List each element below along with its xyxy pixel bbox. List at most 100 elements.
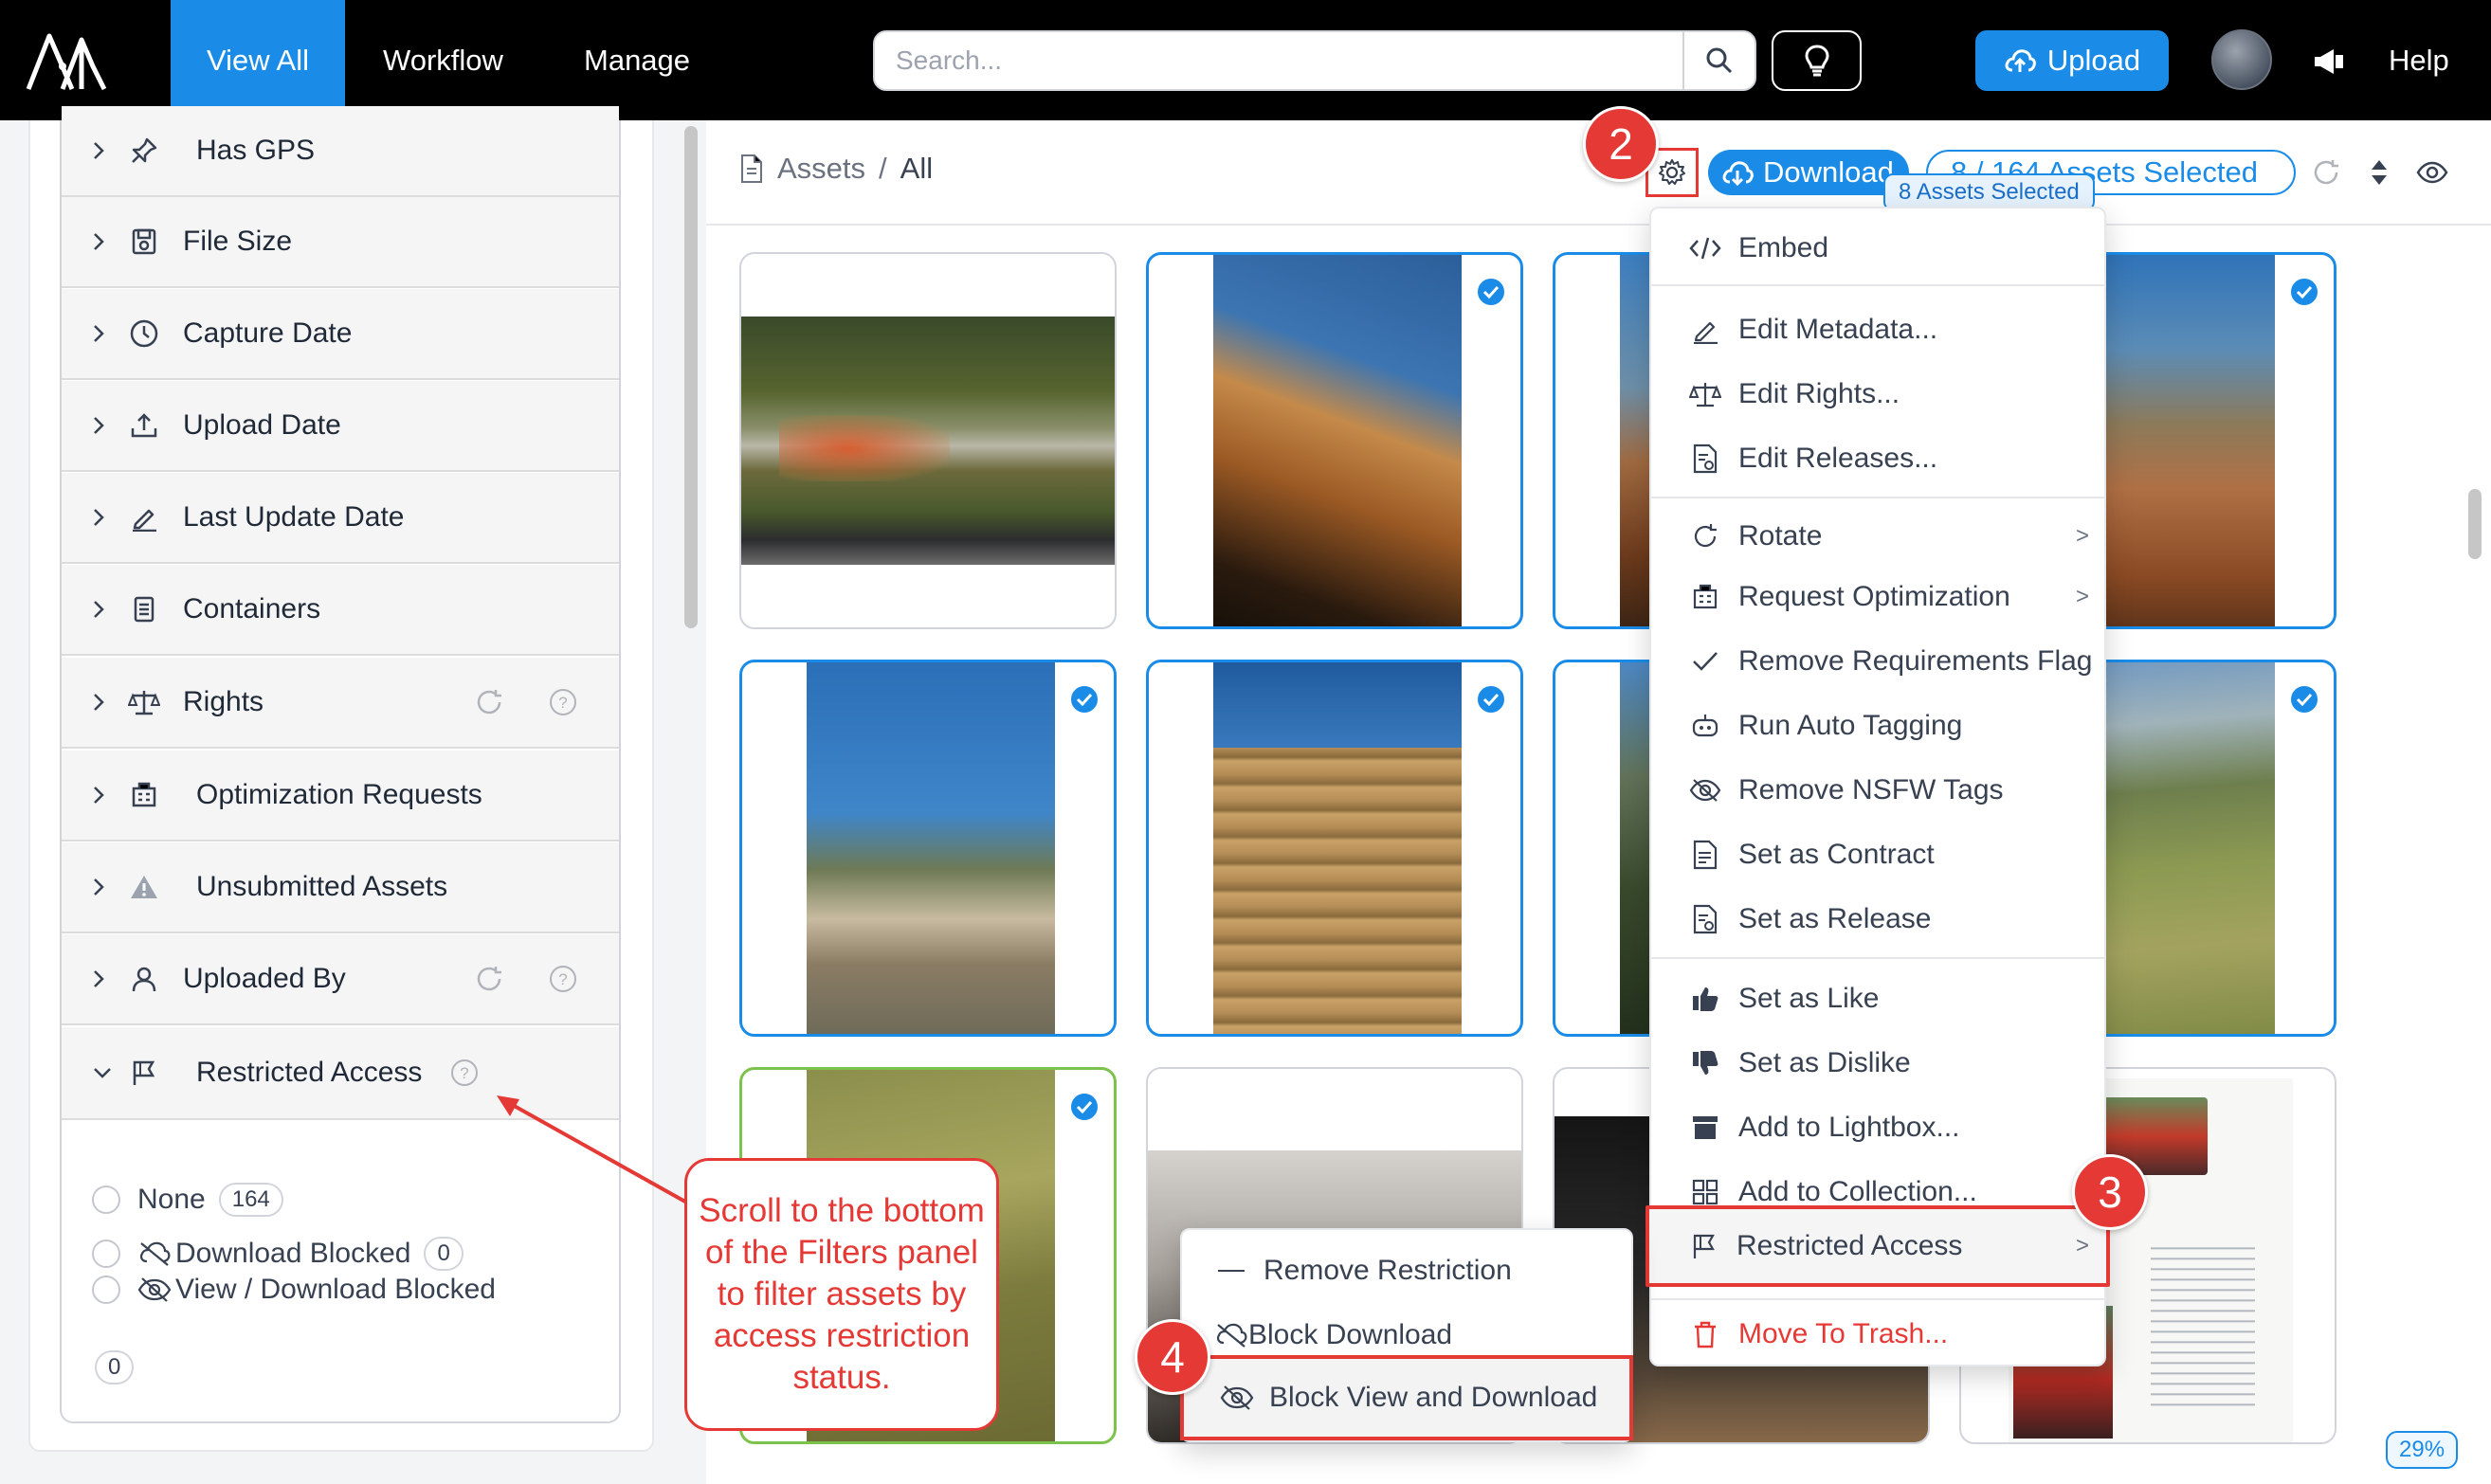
asset-image-hill — [1213, 255, 1462, 626]
asset-tile[interactable] — [739, 252, 1117, 629]
menu-item-remove-nsfw-tags[interactable]: Remove NSFW Tags — [1651, 760, 2106, 821]
pencil-icon — [128, 501, 160, 534]
step-3-badge: 3 — [2072, 1154, 2148, 1230]
menu-item-rotate[interactable]: Rotate > — [1651, 506, 2106, 567]
nav-manage[interactable]: Manage — [548, 0, 726, 120]
asset-tile[interactable] — [739, 660, 1117, 1037]
breadcrumb: Assets / All — [739, 152, 933, 186]
download-button[interactable]: Download — [1708, 150, 1909, 195]
menu-divider — [1651, 1298, 2106, 1300]
search-button[interactable] — [1682, 32, 1755, 89]
option-label: None — [137, 1184, 206, 1215]
menu-item-edit-rights[interactable]: Edit Rights... — [1651, 364, 2106, 425]
help-circle-icon[interactable]: ? — [549, 688, 577, 716]
menu-item-label: Remove Requirements Flag — [1738, 645, 2093, 677]
menu-item-embed[interactable]: Embed — [1651, 218, 2106, 279]
thumbs-up-icon — [1689, 983, 1721, 1015]
actions-menu: Embed Edit Metadata... Edit Rights... Ed… — [1646, 207, 2110, 1366]
filter-uploaded-by[interactable]: Uploaded By ? — [62, 934, 619, 1025]
submenu-item-label: Block Download — [1248, 1319, 1453, 1350]
menu-item-label: Set as Release — [1738, 903, 1932, 934]
nav-view-all[interactable]: View All — [171, 0, 345, 120]
count-badge: 0 — [424, 1237, 464, 1271]
checkmark-icon[interactable] — [1475, 276, 1507, 308]
breadcrumb-assets[interactable]: Assets — [777, 152, 865, 186]
menu-item-set-as-release[interactable]: Set as Release — [1651, 889, 2106, 950]
filter-file-size[interactable]: File Size — [62, 197, 619, 288]
filters-scrollbar[interactable] — [684, 126, 698, 628]
menu-item-label: Set as Dislike — [1738, 1047, 1911, 1078]
eye-slash-icon — [1689, 774, 1721, 806]
main-scrollbar[interactable] — [2468, 489, 2482, 559]
menu-item-remove-requirements-flag[interactable]: Remove Requirements Flag — [1651, 631, 2106, 692]
help-link[interactable]: Help — [2389, 0, 2449, 120]
menu-item-move-to-trash[interactable]: Move To Trash... — [1651, 1304, 2106, 1365]
restricted-access-submenu: Remove Restriction Block Download Block … — [1180, 1228, 1633, 1442]
filter-containers[interactable]: Containers — [62, 565, 619, 656]
menu-item-set-as-contract[interactable]: Set as Contract — [1651, 824, 2106, 885]
filter-label: Containers — [183, 593, 321, 624]
asset-tile[interactable] — [1146, 252, 1523, 629]
lightbulb-button[interactable] — [1772, 30, 1862, 91]
filter-optimization-requests[interactable]: Optimization Requests — [62, 751, 619, 842]
robot-icon — [1689, 710, 1721, 742]
filter-label: Optimization Requests — [196, 779, 482, 810]
user-icon — [128, 963, 160, 995]
submenu-remove-restriction[interactable]: Remove Restriction — [1182, 1240, 1631, 1302]
menu-item-request-optimization[interactable]: Request Optimization > — [1651, 567, 2106, 627]
menu-item-label: Move To Trash... — [1738, 1318, 1949, 1349]
filter-upload-date[interactable]: Upload Date — [62, 381, 619, 472]
instruction-callout: Scroll to the bottom of the Filters pane… — [684, 1158, 999, 1431]
chevron-right-icon — [92, 507, 111, 528]
menu-item-edit-metadata[interactable]: Edit Metadata... — [1651, 299, 2106, 360]
asset-image-construction — [807, 662, 1055, 1034]
search-input[interactable] — [875, 32, 1682, 89]
menu-item-edit-releases[interactable]: Edit Releases... — [1651, 428, 2106, 489]
menu-item-set-as-like[interactable]: Set as Like — [1651, 968, 2106, 1029]
menu-item-run-auto-tagging[interactable]: Run Auto Tagging — [1651, 696, 2106, 756]
checkmark-icon[interactable] — [1068, 683, 1100, 715]
refresh-icon[interactable] — [475, 688, 503, 716]
checkmark-icon[interactable] — [2288, 683, 2320, 715]
radio-button[interactable] — [92, 1276, 120, 1304]
checkmark-icon[interactable] — [1475, 683, 1507, 715]
svg-text:?: ? — [461, 1064, 469, 1082]
menu-item-set-as-dislike[interactable]: Set as Dislike — [1651, 1033, 2106, 1094]
asset-tile[interactable] — [1146, 660, 1523, 1037]
eye-icon[interactable] — [2413, 154, 2451, 191]
refresh-icon[interactable] — [2307, 154, 2345, 191]
filter-rights[interactable]: Rights ? — [62, 658, 619, 749]
restricted-option-download-blocked[interactable]: Download Blocked 0 — [92, 1237, 464, 1271]
menu-item-label: Rotate — [1738, 520, 1823, 552]
release-doc-icon — [1689, 443, 1721, 475]
zoom-indicator[interactable]: 29% — [2386, 1431, 2459, 1469]
restricted-option-none[interactable]: None 164 — [92, 1183, 283, 1217]
app-logo-icon[interactable] — [25, 28, 110, 95]
refresh-icon[interactable] — [475, 965, 503, 993]
radio-button[interactable] — [92, 1185, 120, 1214]
checkmark-icon[interactable] — [1068, 1091, 1100, 1123]
filter-label: Rights — [183, 686, 264, 717]
cloud-download-icon — [1721, 159, 1754, 186]
help-circle-icon[interactable]: ? — [549, 965, 577, 993]
download-blocked-icon — [137, 1240, 172, 1267]
menu-item-add-to-lightbox[interactable]: Add to Lightbox... — [1651, 1097, 2106, 1158]
radio-button[interactable] — [92, 1240, 120, 1268]
filter-last-update-date[interactable]: Last Update Date — [62, 473, 619, 564]
checkmark-icon[interactable] — [2288, 276, 2320, 308]
filter-unsubmitted-assets[interactable]: Unsubmitted Assets — [62, 842, 619, 933]
megaphone-icon[interactable] — [2313, 45, 2347, 76]
submenu-block-view-and-download[interactable]: Block View and Download — [1180, 1355, 1633, 1440]
nav-workflow[interactable]: Workflow — [347, 0, 539, 120]
contract-doc-icon — [1689, 839, 1721, 871]
checkmark-icon — [1689, 645, 1721, 678]
user-avatar[interactable] — [2211, 29, 2272, 90]
filter-label: Restricted Access — [196, 1057, 423, 1088]
filter-capture-date[interactable]: Capture Date — [62, 289, 619, 380]
restricted-option-view-download-blocked[interactable]: View / Download Blocked — [92, 1274, 496, 1306]
scales-icon — [1689, 378, 1721, 410]
filter-has-gps[interactable]: Has GPS — [62, 106, 619, 197]
upload-button[interactable]: Upload — [1975, 30, 2169, 91]
sort-icon[interactable] — [2360, 154, 2398, 191]
menu-item-restricted-access[interactable]: Restricted Access > — [1646, 1205, 2110, 1287]
